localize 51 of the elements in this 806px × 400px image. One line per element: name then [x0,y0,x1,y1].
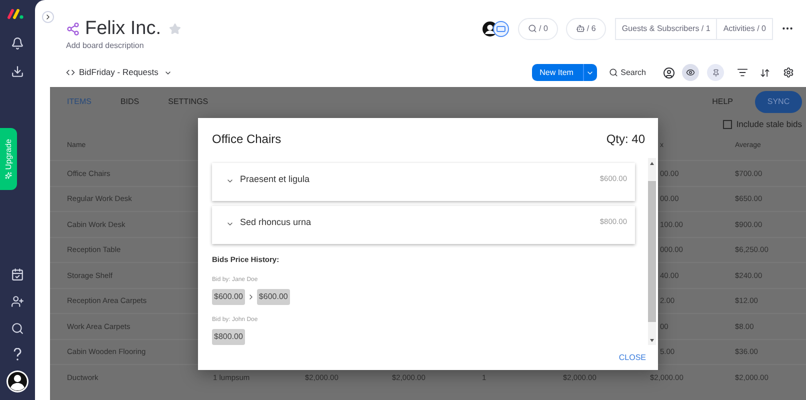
board-title: Felix Inc. [85,19,162,38]
new-item-button[interactable]: New Item [532,64,597,81]
app-tab[interactable]: BIDS [120,96,140,108]
person-icon[interactable] [663,66,675,78]
bid-title: Sed rhoncus urna [240,216,312,229]
help-button[interactable]: HELP [712,96,733,108]
expand-icon[interactable] [226,220,234,228]
member-avatars-icon[interactable] [482,20,510,36]
star-icon[interactable] [169,22,182,34]
stale-bids-checkbox[interactable]: Include stale bids [723,118,802,131]
pin-icon[interactable] [707,64,724,81]
updates-counter[interactable]: / 0 [518,18,558,40]
bid-title: Praesent et ligula [240,173,311,186]
dialog-title: Office Chairs [212,131,282,148]
add-user-icon[interactable] [11,295,24,308]
scrollbar[interactable] [648,158,656,345]
price-chip: $600.00 [212,289,245,306]
scroll-down-icon[interactable] [650,338,654,342]
settings-icon[interactable] [783,67,794,78]
code-icon [66,68,75,77]
help-icon[interactable] [13,348,22,361]
sort-icon[interactable] [760,68,770,78]
avatar-icon[interactable] [6,370,29,393]
collapse-button[interactable] [42,11,54,23]
search-button[interactable]: Search [608,66,646,78]
quantity: Qty: 40 [606,131,645,148]
search-icon [528,24,538,33]
search-icon [608,68,618,77]
calendar-icon[interactable] [11,268,24,281]
filter-icon[interactable] [737,67,748,78]
close-button[interactable]: CLOSE [616,352,648,364]
share-icon [66,22,80,36]
view-selector[interactable]: BidFriday - Requests [66,66,172,79]
robot-icon [576,24,585,33]
eye-icon[interactable] [682,64,699,81]
logo-icon[interactable] [6,9,24,19]
expand-icon[interactable] [226,177,234,185]
activities-button[interactable]: Activities / 0 [717,18,772,38]
scroll-up-icon[interactable] [650,162,654,164]
price-chip: $600.00 [256,289,290,306]
automations-counter[interactable]: / 6 [566,18,606,40]
sparkle-icon [5,172,12,180]
guests-button[interactable]: Guests & Subscribers / 1 [616,18,718,38]
board-description[interactable]: Add board description [66,42,794,50]
app-tab[interactable]: SETTINGS [168,96,208,108]
bell-icon[interactable] [11,37,24,50]
download-icon[interactable] [11,65,24,78]
price-chip: $800.00 [212,329,245,346]
sync-button[interactable]: SYNC [755,90,802,112]
search-icon[interactable] [11,322,24,335]
chevron-right-icon [44,13,52,21]
